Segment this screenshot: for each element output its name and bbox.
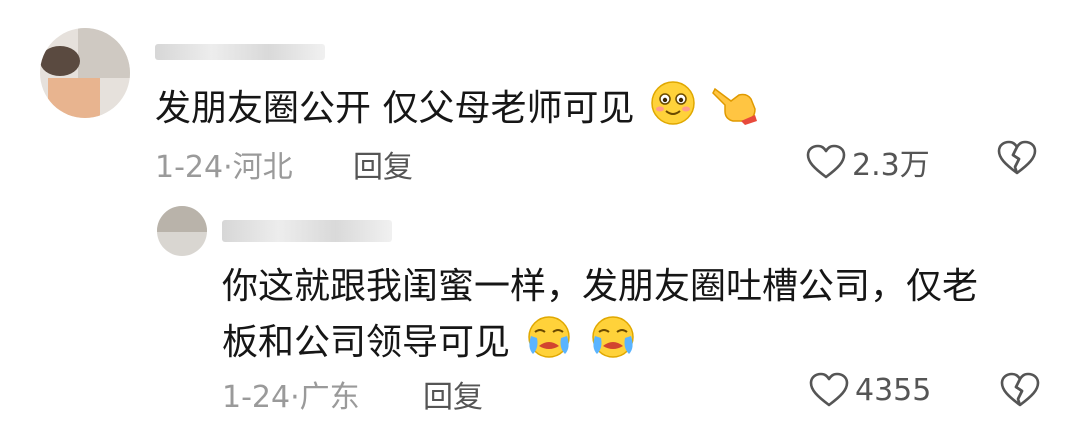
comment-text: 你这就跟我闺蜜一样，发朋友圈吐槽公司，仅老 bbox=[222, 266, 979, 307]
reply-button[interactable]: 回复 bbox=[423, 372, 483, 416]
avatar[interactable] bbox=[157, 206, 207, 256]
broken-heart-icon bbox=[997, 140, 1037, 175]
crying-face-emoji bbox=[525, 314, 573, 374]
comment-text-line2: 板和公司领导可见 bbox=[222, 314, 637, 374]
comment-meta: 1-24·河北 bbox=[155, 150, 293, 185]
dislike-button[interactable] bbox=[997, 140, 1037, 180]
comment-location: 河北 bbox=[232, 150, 293, 185]
heart-icon bbox=[806, 144, 846, 179]
comment-meta: 1-24·广东 bbox=[222, 380, 360, 415]
comment-date: 1-24 bbox=[222, 380, 291, 415]
like-count: 2.3万 bbox=[852, 148, 930, 183]
comment-location: 广东 bbox=[299, 380, 360, 415]
like-count: 4355 bbox=[855, 372, 932, 408]
avatar[interactable] bbox=[40, 28, 130, 118]
pointing-hand-emoji bbox=[711, 81, 759, 139]
like-button[interactable]: 2.3万 bbox=[806, 140, 930, 184]
username-blurred[interactable] bbox=[222, 220, 392, 242]
crying-face-emoji bbox=[589, 314, 637, 374]
like-button[interactable]: 4355 bbox=[809, 372, 931, 408]
reply-button[interactable]: 回复 bbox=[353, 142, 413, 186]
username-blurred[interactable] bbox=[155, 44, 325, 60]
comment-text: 发朋友圈公开 仅父母老师可见 bbox=[155, 80, 759, 140]
heart-icon bbox=[809, 372, 849, 407]
dislike-button[interactable] bbox=[1000, 372, 1040, 412]
comment-date: 1-24 bbox=[155, 150, 224, 185]
smiling-face-emoji bbox=[650, 80, 696, 140]
broken-heart-icon bbox=[1000, 372, 1040, 407]
